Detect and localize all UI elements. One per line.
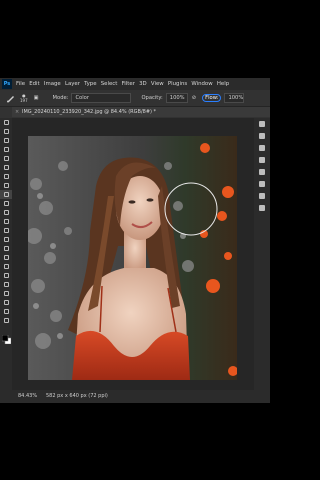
flow-label[interactable]: Flow: <box>202 94 222 102</box>
brush-tool-icon-active[interactable] <box>0 190 12 199</box>
mode-label: Mode: <box>52 95 69 101</box>
eyedropper-tool-icon[interactable] <box>0 172 12 181</box>
menu-plugins[interactable]: Plugins <box>168 81 187 87</box>
zoom-level[interactable]: 84.43% <box>18 390 37 403</box>
menu-select[interactable]: Select <box>101 81 118 87</box>
color-panel-icon[interactable] <box>254 154 270 166</box>
tools-panel <box>0 118 12 390</box>
menu-help[interactable]: Help <box>217 81 229 87</box>
gradient-tool-icon[interactable] <box>0 226 12 235</box>
zoom-tool-icon[interactable] <box>0 298 12 307</box>
more-tools-icon[interactable] <box>0 307 12 316</box>
channels-panel-icon[interactable] <box>254 178 270 190</box>
history-brush-tool-icon[interactable] <box>0 208 12 217</box>
menu-3d[interactable]: 3D <box>139 81 147 87</box>
path-selection-tool-icon[interactable] <box>0 271 12 280</box>
menu-image[interactable]: Image <box>44 81 61 87</box>
mode-select[interactable]: Color <box>71 93 132 103</box>
menu-edit[interactable]: Edit <box>29 81 39 87</box>
menu-type[interactable]: Type <box>84 81 96 87</box>
photoshop-logo: Ps <box>2 79 12 89</box>
brush-preset-picker[interactable]: ● 197 <box>20 93 28 103</box>
canvas-image[interactable] <box>28 136 237 380</box>
marquee-tool-icon[interactable] <box>0 127 12 136</box>
menu-filter[interactable]: Filter <box>122 81 135 87</box>
frame-tool-icon[interactable] <box>0 163 12 172</box>
document-title: IMG_20240110_233920_342.jpg @ 84.4% (RGB… <box>22 109 157 115</box>
brush-tool-icon[interactable] <box>6 93 16 103</box>
menu-layer[interactable]: Layer <box>65 81 80 87</box>
menu-view[interactable]: View <box>151 81 164 87</box>
dodge-tool-icon[interactable] <box>0 244 12 253</box>
flow-input[interactable]: 100% <box>224 93 245 103</box>
document-tab[interactable]: × IMG_20240110_233920_342.jpg @ 84.4% (R… <box>12 107 270 117</box>
menu-bar: Ps File Edit Image Layer Type Select Fil… <box>0 78 270 90</box>
eraser-tool-icon[interactable] <box>0 217 12 226</box>
close-tab-icon[interactable]: × <box>15 107 19 117</box>
options-bar: ● 197 ▣ Mode: Color Opacity: 100% ⊘ Flow… <box>0 90 270 107</box>
brush-settings-icon[interactable]: ▣ <box>34 95 39 101</box>
lasso-tool-icon[interactable] <box>0 136 12 145</box>
panels-dock <box>254 118 270 390</box>
rectangle-tool-icon[interactable] <box>0 280 12 289</box>
opacity-input[interactable]: 100% <box>165 93 188 103</box>
move-tool-icon[interactable] <box>0 118 12 127</box>
blur-tool-icon[interactable] <box>0 235 12 244</box>
menu-file[interactable]: File <box>16 81 25 87</box>
properties-panel-icon[interactable] <box>254 166 270 178</box>
adjustments-panel-icon[interactable] <box>254 130 270 142</box>
portrait-photo <box>28 136 237 380</box>
healing-brush-tool-icon[interactable] <box>0 181 12 190</box>
pen-tool-icon[interactable] <box>0 253 12 262</box>
brush-settings-panel-icon[interactable] <box>254 142 270 154</box>
edit-toolbar-icon[interactable] <box>0 316 12 325</box>
paragraph-panel-icon[interactable] <box>254 202 270 214</box>
pressure-opacity-icon[interactable]: ⊘ <box>192 95 196 101</box>
menu-window[interactable]: Window <box>191 81 212 87</box>
quick-select-tool-icon[interactable] <box>0 145 12 154</box>
crop-tool-icon[interactable] <box>0 154 12 163</box>
foreground-background-color-icon[interactable] <box>1 334 12 345</box>
document-dimensions: 582 px x 640 px (72 ppi) <box>46 393 108 399</box>
brush-size-value: 197 <box>20 98 28 103</box>
hand-tool-icon[interactable] <box>0 289 12 298</box>
opacity-label: Opacity: <box>141 95 163 101</box>
clone-stamp-tool-icon[interactable] <box>0 199 12 208</box>
character-panel-icon[interactable] <box>254 190 270 202</box>
status-bar: 84.43% 582 px x 640 px (72 ppi) <box>0 390 270 403</box>
type-tool-icon[interactable] <box>0 262 12 271</box>
layers-panel-icon[interactable] <box>254 118 270 130</box>
